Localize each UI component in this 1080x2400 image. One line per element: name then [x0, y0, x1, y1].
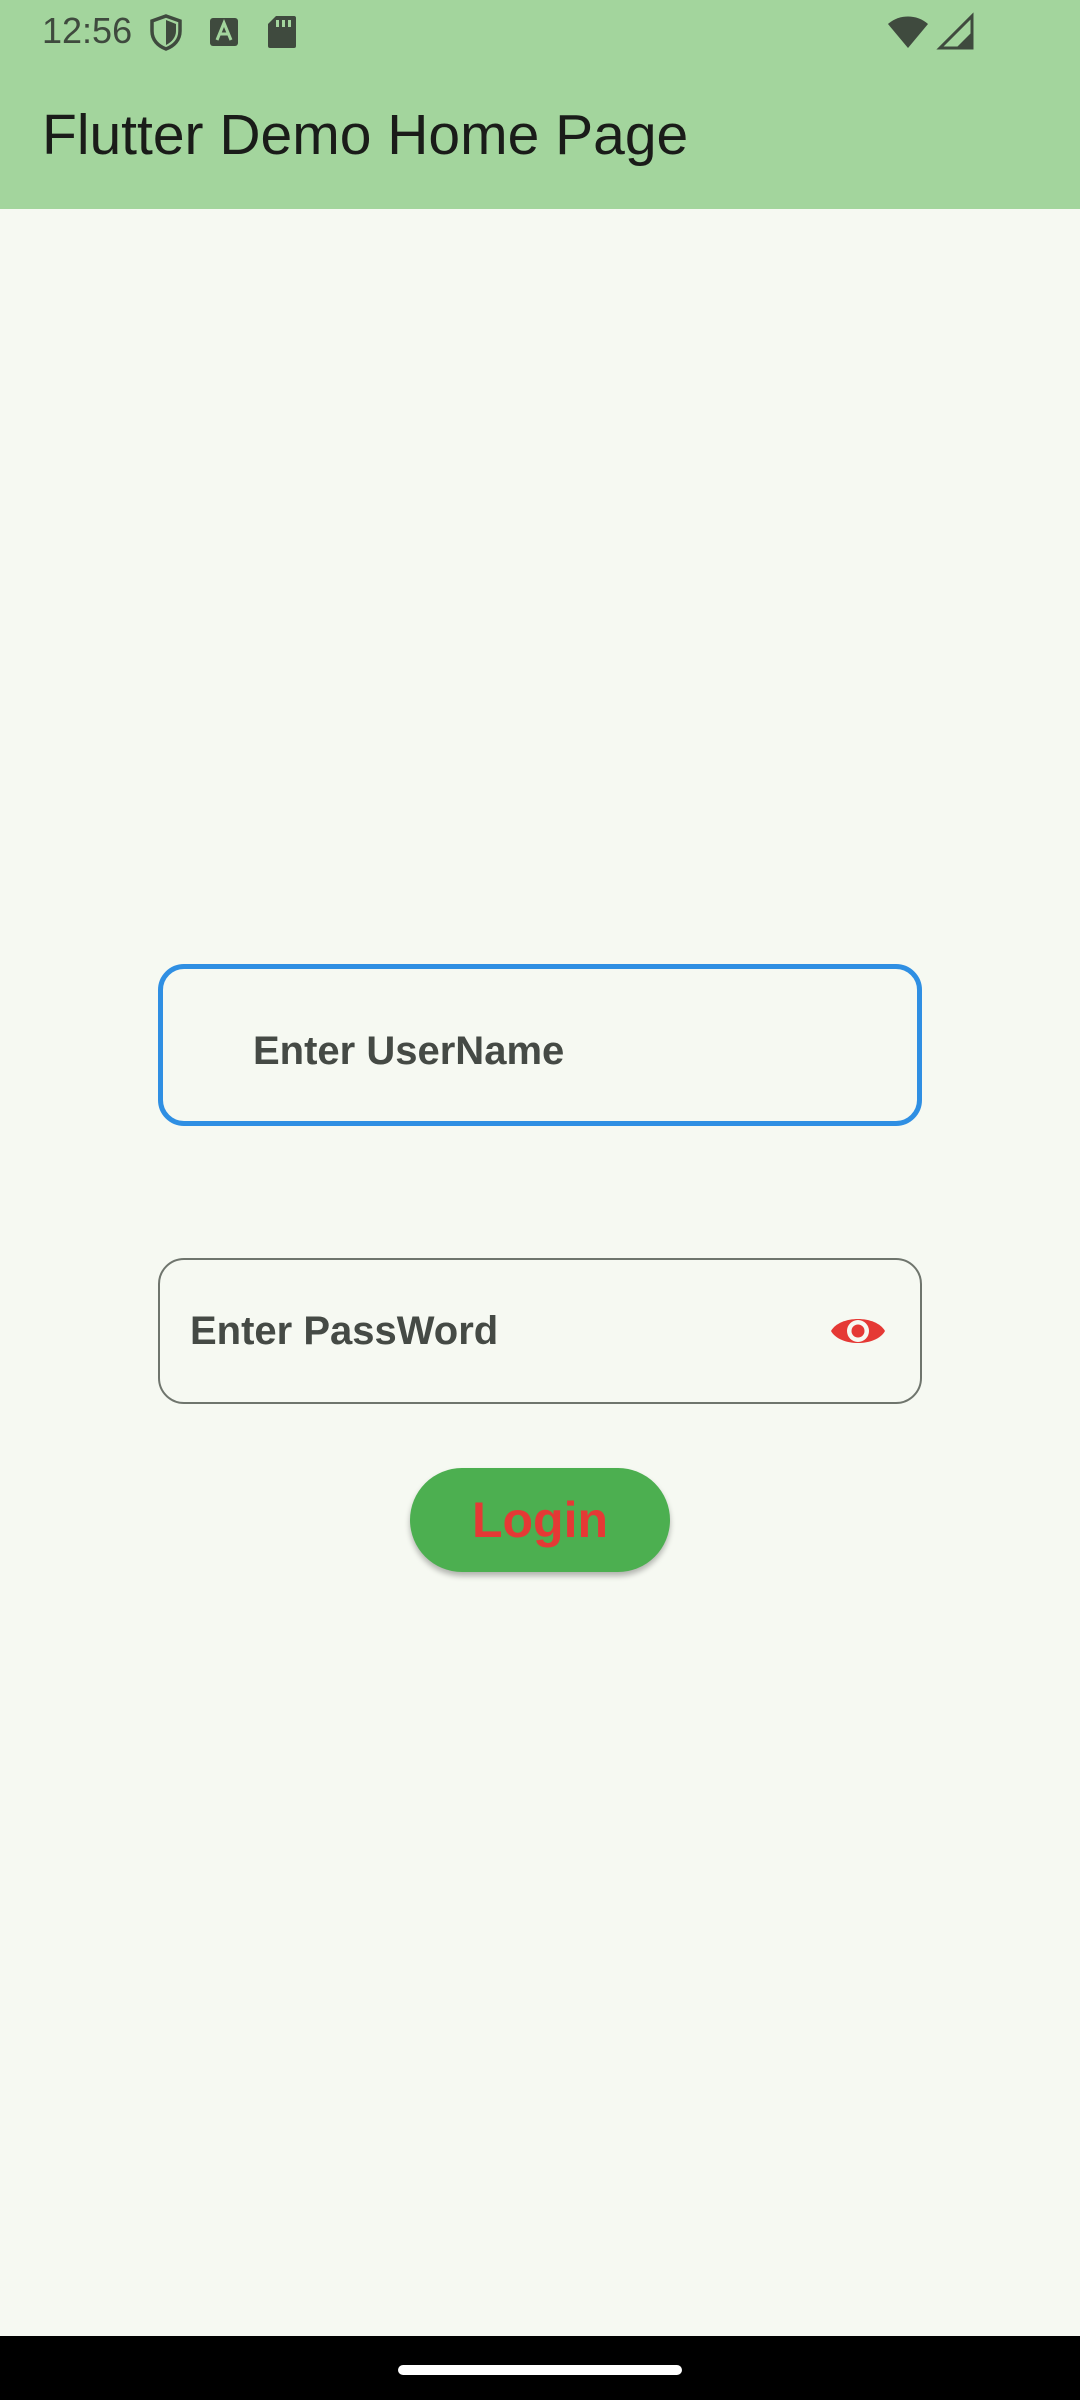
wifi-icon [888, 16, 928, 48]
login-button[interactable]: Login [410, 1468, 670, 1572]
username-placeholder: Enter UserName [253, 1029, 565, 1073]
eye-icon[interactable] [828, 1307, 888, 1355]
page-title: Flutter Demo Home Page [42, 103, 689, 167]
username-field[interactable]: Enter UserName [158, 964, 922, 1126]
status-bar: 12:56 [0, 0, 1080, 62]
password-placeholder: Enter PassWord [190, 1309, 499, 1353]
password-field[interactable]: Enter PassWord [158, 1258, 922, 1404]
home-indicator[interactable] [398, 2365, 682, 2375]
navigation-bar [0, 2336, 1080, 2400]
login-button-label: Login [471, 1492, 609, 1548]
app-bar: 12:56 Flutter Demo Home Page [0, 0, 1080, 209]
sd-card-icon [268, 16, 296, 48]
shield-icon [150, 14, 182, 51]
status-time: 12:56 [42, 10, 133, 51]
signal-icon [936, 12, 974, 50]
font-a-icon [210, 18, 238, 46]
